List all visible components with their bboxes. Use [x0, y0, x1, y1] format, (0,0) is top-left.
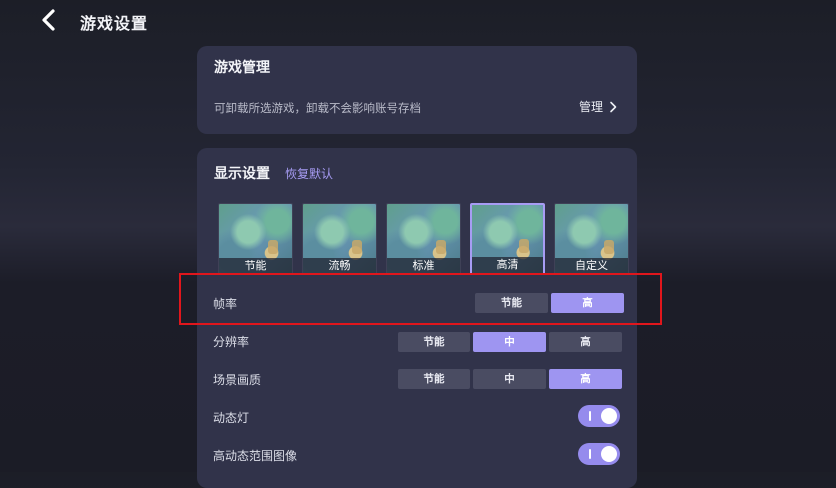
toggle-knob	[601, 446, 617, 462]
display-settings-card: 显示设置 恢复默认 节能 流畅 标准 高清 自定义 帧率 节能 高 分辨率 节能	[197, 148, 637, 488]
scene-quality-label: 场景画质	[213, 373, 262, 387]
preset-label: 标准	[387, 258, 460, 274]
preset-custom[interactable]: 自定义	[554, 203, 629, 275]
manage-button-label: 管理	[578, 100, 603, 114]
resolution-label: 分辨率	[213, 335, 250, 349]
frame-rate-label: 帧率	[213, 297, 238, 311]
resolution-selector: 节能 中 高	[398, 332, 622, 352]
preset-smooth[interactable]: 流畅	[302, 203, 377, 275]
chevron-left-icon	[42, 9, 55, 31]
display-settings-title: 显示设置	[214, 166, 270, 182]
toggle-knob	[601, 408, 617, 424]
preset-hd[interactable]: 高清	[470, 203, 545, 275]
manage-button[interactable]: 管理	[579, 98, 617, 115]
game-management-card: 游戏管理 可卸载所选游戏，卸载不会影响账号存档 管理	[197, 46, 637, 134]
hdr-label: 高动态范围图像	[213, 449, 298, 463]
frame-rate-selector: 节能 高	[475, 293, 624, 313]
frame-rate-option-power-saving[interactable]: 节能	[475, 293, 548, 313]
preset-label: 自定义	[555, 258, 628, 274]
hdr-toggle[interactable]	[578, 443, 620, 465]
dynamic-light-toggle[interactable]	[578, 405, 620, 427]
back-button[interactable]	[38, 8, 60, 32]
restore-default-button[interactable]: 恢复默认	[285, 165, 333, 182]
preset-label: 流畅	[303, 258, 376, 274]
game-management-description: 可卸载所选游戏，卸载不会影响账号存档	[214, 101, 421, 115]
resolution-option-medium[interactable]: 中	[473, 332, 546, 352]
quality-presets: 节能 流畅 标准 高清 自定义	[218, 203, 629, 275]
preset-label: 高清	[472, 257, 543, 273]
dynamic-light-label: 动态灯	[213, 411, 250, 425]
page-title: 游戏设置	[80, 14, 149, 33]
preset-standard[interactable]: 标准	[386, 203, 461, 275]
scene-quality-option-high[interactable]: 高	[549, 369, 622, 389]
game-management-title: 游戏管理	[214, 60, 270, 76]
resolution-option-power-saving[interactable]: 节能	[398, 332, 470, 352]
top-bar: 游戏设置	[0, 0, 836, 40]
resolution-option-high[interactable]: 高	[549, 332, 622, 352]
scene-quality-option-medium[interactable]: 中	[473, 369, 546, 389]
preset-label: 节能	[219, 258, 292, 274]
frame-rate-option-high[interactable]: 高	[551, 293, 624, 313]
scene-quality-option-power-saving[interactable]: 节能	[398, 369, 470, 389]
chevron-right-icon	[610, 101, 617, 112]
scene-quality-selector: 节能 中 高	[398, 369, 622, 389]
preset-power-saving[interactable]: 节能	[218, 203, 293, 275]
